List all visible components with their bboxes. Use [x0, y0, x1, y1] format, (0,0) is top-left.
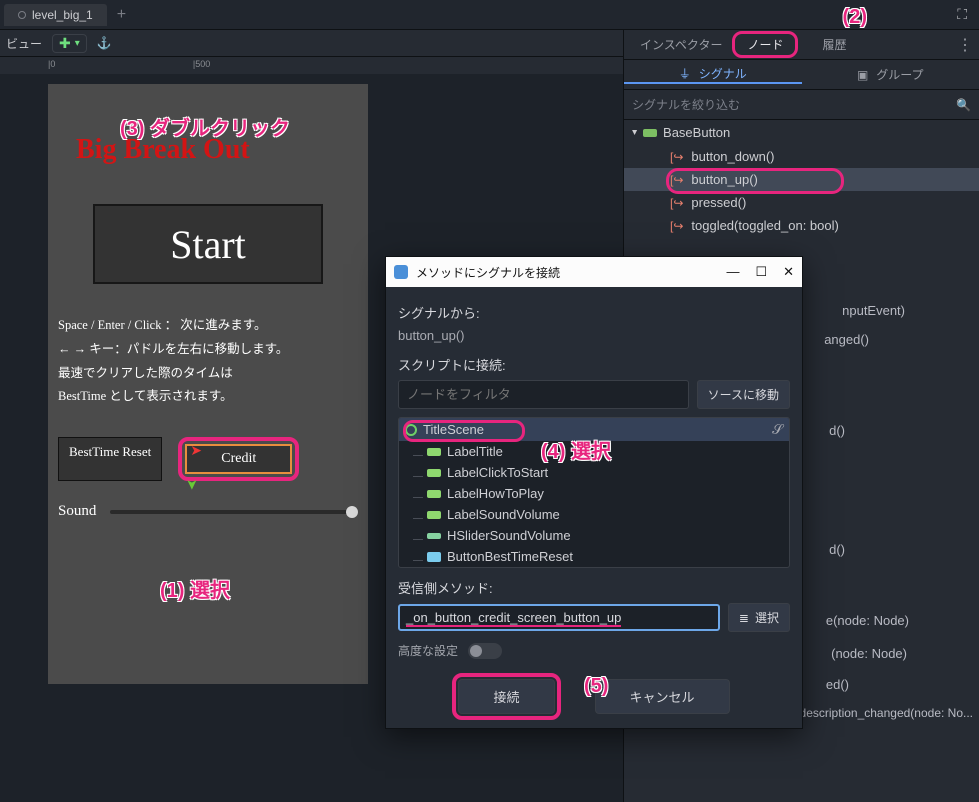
subtab-signals[interactable]: ⏚ シグナル — [624, 65, 802, 84]
scene-tab-level[interactable]: level_big_1 — [4, 4, 107, 26]
from-signal-value: button_up() — [398, 328, 790, 343]
tree-node-titlescene[interactable]: TitleScene 𝒮 — [399, 418, 789, 441]
signal-filter-row: シグナルを絞り込む 🔍 — [624, 90, 979, 120]
signal-icon: [↪ — [670, 173, 683, 187]
tab-node[interactable]: ノード — [732, 31, 798, 58]
button-icon — [427, 552, 441, 562]
sound-label: Sound — [58, 503, 96, 520]
signal-icon: [↪ — [670, 150, 683, 164]
godot-icon — [394, 265, 408, 279]
viewport-toolbar: ビュー ✚ ▾ ⚓ — [0, 30, 623, 56]
signal-pressed[interactable]: [↪ pressed() — [624, 191, 979, 214]
receiver-method-value: _on_button_credit_screen_button_up — [406, 610, 621, 627]
besttime-reset-button[interactable]: BestTime Reset — [58, 437, 162, 481]
tree-node-labeltitle[interactable]: LabelTitle — [399, 441, 789, 462]
node-filter-input[interactable] — [398, 380, 689, 409]
credit-button[interactable]: Credit — [185, 444, 292, 474]
receiver-method-label: 受信側メソッド: — [398, 578, 790, 597]
node-tree[interactable]: TitleScene 𝒮 LabelTitle LabelClickToStar… — [398, 417, 790, 568]
anchor-icon[interactable]: ⚓ — [97, 36, 112, 50]
control-node-icon — [405, 424, 417, 436]
ruler-horizontal — [0, 56, 623, 74]
scene-tab-label: level_big_1 — [32, 8, 93, 22]
tree-node-label: LabelTitle — [447, 444, 503, 459]
label-icon — [427, 490, 441, 498]
signal-toggled[interactable]: [↪ toggled(toggled_on: bool) — [624, 214, 979, 237]
game-scene-preview: Big Break Out Start Space / Enter / Clic… — [48, 84, 368, 684]
dialog-titlebar[interactable]: メソッドにシグナルを接続 — ☐ ✕ — [386, 257, 802, 287]
pick-method-button[interactable]: ≣ 選択 — [728, 603, 790, 632]
dock-tabs: インスペクター ノード 履歴 ⋮ — [624, 30, 979, 60]
signal-button-down[interactable]: [↪ button_down() — [624, 145, 979, 168]
add-node-dropdown[interactable]: ✚ ▾ — [52, 34, 87, 53]
label-icon — [427, 511, 441, 519]
signal-label: toggled(toggled_on: bool) — [691, 218, 838, 233]
subtab-groups[interactable]: ▣ グループ — [802, 66, 979, 83]
close-icon[interactable]: ✕ — [783, 264, 794, 280]
advanced-label: 高度な設定 — [398, 642, 458, 659]
signal-icon: [↪ — [670, 219, 683, 233]
tab-inspector[interactable]: インスペクター — [630, 32, 732, 57]
cancel-button[interactable]: キャンセル — [595, 679, 730, 714]
search-icon[interactable]: 🔍 — [956, 98, 971, 112]
label-icon — [427, 448, 441, 456]
dock-more-icon[interactable]: ⋮ — [957, 35, 973, 55]
group-icon: ▣ — [857, 68, 868, 82]
tree-node-label: LabelClickToStart — [447, 465, 548, 480]
from-signal-label: シグナルから: — [398, 303, 790, 322]
signal-icon: [↪ — [670, 196, 683, 210]
signal-button-up[interactable]: [↪ button_up() — [624, 168, 979, 191]
go-to-source-button[interactable]: ソースに移動 — [697, 380, 790, 409]
tree-node-labelhowtoplay[interactable]: LabelHowToPlay — [399, 483, 789, 504]
tree-node-buttonbesttimereset[interactable]: ButtonBestTimeReset — [399, 546, 789, 567]
label-icon — [427, 469, 441, 477]
advanced-toggle[interactable] — [468, 643, 502, 659]
pick-label: 選択 — [755, 609, 779, 626]
unsaved-dot-icon — [18, 11, 26, 19]
subtab-groups-label: グループ — [876, 66, 923, 83]
scene-tab-bar: level_big_1 + ⛶ — [0, 0, 979, 30]
list-icon: ≣ — [739, 611, 749, 625]
tree-node-label: TitleScene — [423, 422, 484, 437]
start-button[interactable]: Start — [93, 204, 323, 284]
slider-icon — [427, 533, 441, 539]
tree-node-label: LabelHowToPlay — [447, 486, 544, 501]
signal-label: button_up() — [691, 172, 758, 187]
connect-signal-dialog: メソッドにシグナルを接続 — ☐ ✕ シグナルから: button_up() ス… — [385, 256, 803, 729]
tab-history[interactable]: 履歴 — [812, 32, 856, 57]
node-subtabs: ⏚ シグナル ▣ グループ — [624, 60, 979, 90]
tree-node-label: ButtonBestTimeReset — [447, 549, 573, 564]
connect-button[interactable]: 接続 — [458, 679, 554, 714]
instructions-label: Space / Enter / Click ： 次に進みます。 ← → キー：パ… — [48, 314, 368, 409]
tree-node-label: LabelSoundVolume — [447, 507, 560, 522]
signal-label: button_down() — [691, 149, 774, 164]
class-name-label: BaseButton — [663, 125, 730, 140]
expand-viewport-icon[interactable]: ⛶ — [957, 6, 967, 23]
class-icon — [643, 129, 657, 137]
view-menu[interactable]: ビュー — [6, 35, 42, 52]
script-icon[interactable]: 𝒮 — [772, 421, 783, 438]
subtab-signals-label: シグナル — [699, 65, 747, 82]
maximize-icon[interactable]: ☐ — [755, 264, 767, 280]
credit-button-selected: ➤ ➤ Credit — [178, 437, 299, 481]
tree-node-labelsoundvolume[interactable]: LabelSoundVolume — [399, 504, 789, 525]
chevron-down-icon: ▸ — [629, 130, 640, 135]
signal-rss-icon: ⏚ — [679, 65, 691, 82]
tree-node-hslider[interactable]: HSliderSoundVolume — [399, 525, 789, 546]
connect-to-label: スクリプトに接続: — [398, 355, 790, 374]
game-title-label: Big Break Out — [48, 84, 368, 176]
sound-volume-slider[interactable] — [110, 510, 358, 514]
minimize-icon[interactable]: — — [726, 264, 739, 280]
dialog-title-label: メソッドにシグナルを接続 — [416, 264, 560, 281]
signal-filter-placeholder[interactable]: シグナルを絞り込む — [632, 96, 740, 113]
signal-class-basebutton[interactable]: ▸ BaseButton — [624, 120, 979, 145]
add-scene-tab-button[interactable]: + — [117, 6, 126, 24]
tree-node-label: HSliderSoundVolume — [447, 528, 571, 543]
signal-label: pressed() — [691, 195, 746, 210]
receiver-method-input[interactable]: _on_button_credit_screen_button_up — [398, 604, 720, 631]
tree-node-labelclicktostart[interactable]: LabelClickToStart — [399, 462, 789, 483]
